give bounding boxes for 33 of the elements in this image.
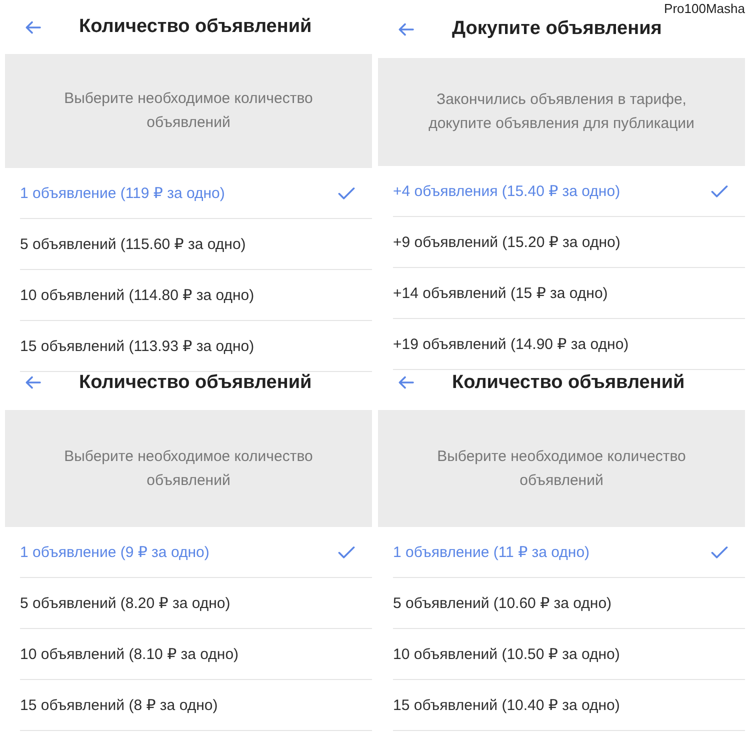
option-item[interactable]: 1 объявление (119 ₽ за одно) [20,168,372,219]
info-message: Закончились объявления в тарифе, докупите объявления для публикации [428,90,696,134]
screen-title: Докупите объявления [452,18,662,40]
option-item[interactable]: 10 объявлений (8.10 ₽ за одно) [20,629,372,680]
author-watermark: Pro100Masha [664,1,745,17]
back-arrow-icon[interactable] [398,376,414,389]
info-message: Выберите необходимое количество объявлений [63,89,314,133]
back-arrow-icon[interactable] [25,20,41,34]
option-item[interactable]: 5 объявлений (10.60 ₽ за одно) [393,578,745,629]
checkmark-icon [338,546,355,558]
option-item[interactable]: +14 объявлений (15 ₽ за одно) [393,268,745,319]
back-arrow-icon[interactable] [398,22,414,36]
option-item[interactable]: 5 объявлений (115.60 ₽ за одно) [20,219,372,270]
info-message: Выберите необходимое количество объявлений [436,446,687,490]
screen-title: Количество объявлений [452,372,685,394]
option-item[interactable]: 1 объявление (11 ₽ за одно) [393,527,745,578]
option-item[interactable]: 15 объявлений (113.93 ₽ за одно) [20,321,372,372]
checkmark-icon [711,184,728,198]
option-item[interactable]: 15 объявлений (10.40 ₽ за одно) [393,680,745,731]
checkmark-icon [711,546,728,558]
option-item[interactable]: 15 объявлений (8 ₽ за одно) [20,680,372,731]
checkmark-icon [338,186,355,200]
option-item[interactable]: +19 объявлений (14.90 ₽ за одно) [393,319,745,370]
info-message: Выберите необходимое количество объявлений [63,446,314,490]
option-item[interactable]: 5 объявлений (8.20 ₽ за одно) [20,578,372,629]
screen-title: Количество объявлений [79,372,312,394]
option-item[interactable]: 10 объявлений (114.80 ₽ за одно) [20,270,372,321]
screen-title: Количество объявлений [79,16,312,38]
option-item[interactable]: +4 объявления (15.40 ₽ за одно) [393,166,745,217]
back-arrow-icon[interactable] [25,376,41,389]
option-item[interactable]: 1 объявление (9 ₽ за одно) [20,527,372,578]
option-item[interactable]: 10 объявлений (10.50 ₽ за одно) [393,629,745,680]
option-item[interactable]: +9 объявлений (15.20 ₽ за одно) [393,217,745,268]
